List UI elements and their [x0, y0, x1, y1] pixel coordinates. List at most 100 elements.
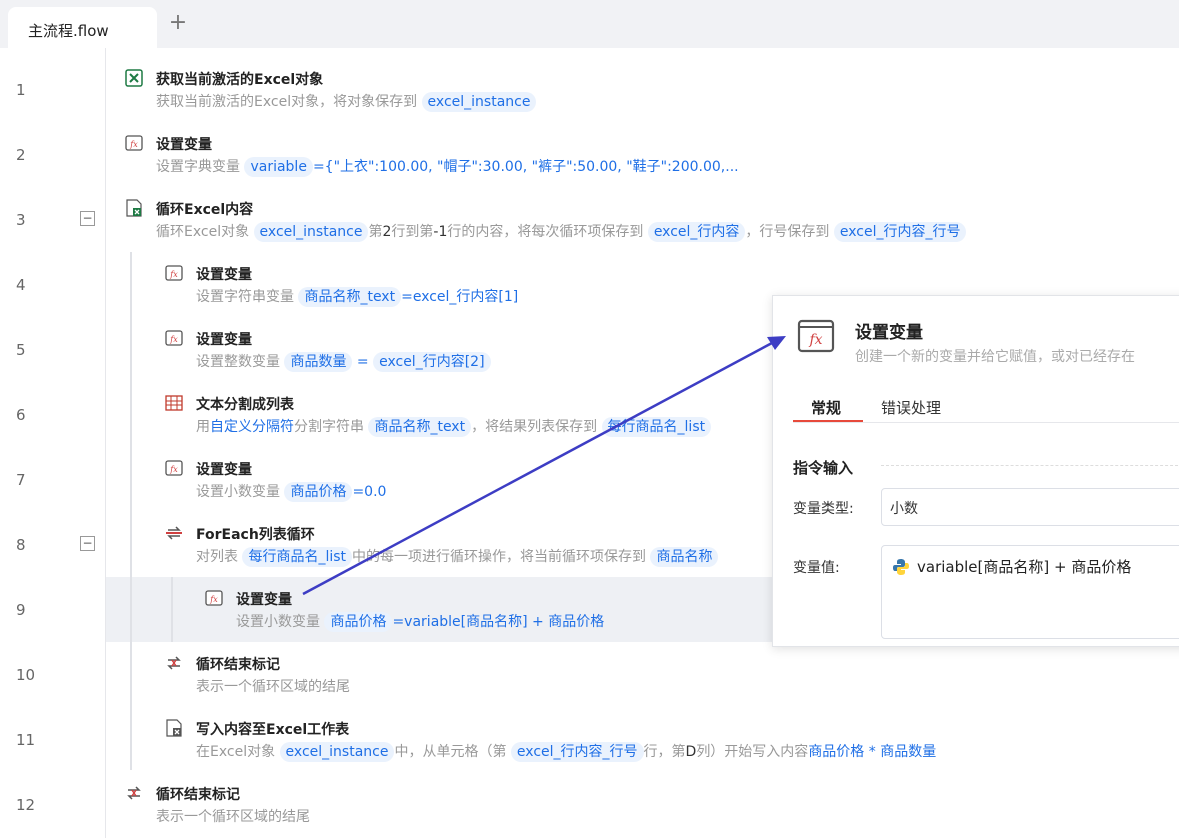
- step-title: 设置变量: [196, 332, 252, 348]
- var-value: =0.0: [352, 484, 387, 500]
- svg-text:fx: fx: [169, 465, 178, 474]
- var-chip[interactable]: excel_instance: [279, 742, 395, 762]
- line-number: 4: [16, 276, 26, 294]
- var-chip[interactable]: variable: [244, 157, 313, 177]
- variable-value-editor[interactable]: variable[商品名称] + 商品价格: [881, 545, 1179, 639]
- line-number: 9: [16, 601, 26, 619]
- panel-description: 创建一个新的变量并给它赋值，或对已经存在: [855, 349, 1135, 365]
- var-chip[interactable]: 商品名称_text: [298, 287, 402, 307]
- line-number: 8: [16, 536, 26, 554]
- step-title: 设置变量: [196, 267, 252, 283]
- fx-icon: fx: [165, 460, 183, 476]
- variable-type-label: 变量类型:: [793, 501, 854, 517]
- step-desc: 在Excel对象 excel_instance 中，从单元格（第 excel_行内…: [196, 742, 937, 762]
- section-divider: [881, 465, 1179, 466]
- loop-end-icon: [167, 656, 181, 670]
- step-desc: 设置字典变量 variable ={"上衣":100.00, "帽子":30.00…: [156, 157, 739, 177]
- var-value: =variable[商品名称] + 商品价格: [392, 614, 605, 630]
- step-title: 获取当前激活的Excel对象: [156, 72, 324, 88]
- step-title: 写入内容至Excel工作表: [196, 722, 350, 738]
- step-title: 设置变量: [196, 462, 252, 478]
- collapse-foreach-button[interactable]: −: [80, 536, 95, 551]
- step-title: ForEach列表循环: [196, 527, 315, 543]
- line-gutter: [0, 48, 106, 838]
- fx-icon: fx: [205, 590, 223, 606]
- var-chip[interactable]: excel_行内容_行号: [510, 742, 644, 762]
- line-number: 2: [16, 146, 26, 164]
- line-number: 3: [16, 211, 26, 229]
- line-number: 12: [16, 796, 36, 814]
- panel-title: 设置变量: [855, 323, 923, 343]
- step-desc: 设置小数变量 商品价格 =0.0: [196, 482, 387, 502]
- step-desc: 设置小数变量 商品价格 =variable[商品名称] + 商品价格: [236, 612, 605, 632]
- write-excel-icon: [166, 719, 182, 737]
- add-tab-icon[interactable]: +: [165, 10, 191, 36]
- active-tab-indicator: [793, 420, 863, 422]
- svg-text:fx: fx: [129, 140, 138, 149]
- line-number: 1: [16, 81, 26, 99]
- step-desc: 用自定义分隔符分割字符串 商品名称_text ，将结果列表保存到 每行商品名_li…: [196, 416, 712, 437]
- section-title-input: 指令输入: [793, 459, 854, 477]
- step-title: 设置变量: [156, 137, 212, 153]
- step-desc: 设置整数变量 商品数量 = excel_行内容[2]: [196, 351, 491, 372]
- foreach-icon: [166, 526, 182, 540]
- variable-type-select[interactable]: 小数: [881, 488, 1179, 526]
- variable-value-expression: variable[商品名称] + 商品价格: [917, 558, 1132, 576]
- step-title: 循环结束标记: [156, 787, 240, 803]
- write-value: 商品价格 * 商品数量: [808, 744, 937, 760]
- var-chip[interactable]: 商品名称_text: [368, 417, 472, 437]
- step-title: 设置变量: [236, 592, 292, 608]
- svg-text:fx: fx: [169, 335, 178, 344]
- fx-icon: fx: [797, 319, 835, 353]
- tab-bar: 主流程.flow +: [0, 0, 1179, 48]
- svg-text:fx: fx: [808, 332, 822, 348]
- tab-error-handling[interactable]: 错误处理: [881, 397, 941, 418]
- split-text-icon: [165, 395, 183, 411]
- step-desc: 表示一个循环区域的结尾: [196, 679, 350, 695]
- line-number: 6: [16, 406, 26, 424]
- var-chip[interactable]: 商品数量: [284, 352, 353, 372]
- tab-divider: [793, 422, 1179, 423]
- var-chip[interactable]: 商品价格: [324, 612, 393, 632]
- foreach-nesting-line: [171, 577, 173, 642]
- step-desc: 循环Excel对象 excel_instance 第2行到第-1行的内容，将每次循…: [156, 221, 967, 242]
- var-chip[interactable]: excel_instance: [421, 92, 537, 112]
- step-desc: 表示一个循环区域的结尾: [156, 809, 310, 825]
- step-desc: 设置字符串变量 商品名称_text =excel_行内容[1]: [196, 287, 519, 307]
- var-chip[interactable]: excel_行内容_行号: [833, 222, 967, 242]
- var-chip[interactable]: 商品价格: [284, 482, 353, 502]
- fx-icon: fx: [165, 330, 183, 346]
- var-chip[interactable]: 每行商品名_list: [601, 417, 712, 437]
- variable-value-label: 变量值:: [793, 560, 840, 576]
- step-desc: 获取当前激活的Excel对象，将对象保存到 excel_instance: [156, 91, 537, 112]
- svg-text:fx: fx: [209, 595, 218, 604]
- var-chip[interactable]: 商品名称: [650, 547, 719, 567]
- loop-nesting-line: [130, 252, 132, 770]
- collapse-loop-button[interactable]: −: [80, 211, 95, 226]
- step-title: 循环结束标记: [196, 657, 280, 673]
- line-number: 10: [16, 666, 36, 684]
- var-value: =excel_行内容[1]: [401, 289, 519, 305]
- loop-end-icon: [127, 786, 141, 800]
- tab-main-flow[interactable]: 主流程.flow: [8, 7, 157, 48]
- step-title: 循环Excel内容: [156, 202, 254, 218]
- tab-label: 主流程.flow: [28, 22, 109, 40]
- line-number: 11: [16, 731, 36, 749]
- step-desc: 对列表 每行商品名_list 中的每一项进行循环操作，将当前循环项保存到 商品名称: [196, 546, 719, 567]
- step-properties-panel: fx 设置变量 创建一个新的变量并给它赋值，或对已经存在 常规 错误处理 指令输…: [772, 295, 1179, 647]
- variable-type-value: 小数: [890, 501, 918, 517]
- var-chip[interactable]: excel_行内容[2]: [373, 352, 491, 372]
- separator-link[interactable]: 自定义分隔符: [210, 419, 294, 435]
- excel-icon: [125, 69, 143, 87]
- loop-excel-icon: [126, 199, 142, 217]
- fx-icon: fx: [165, 265, 183, 281]
- fx-icon: fx: [125, 135, 143, 151]
- python-icon: [893, 559, 909, 575]
- var-chip[interactable]: excel_instance: [253, 222, 369, 242]
- svg-text:fx: fx: [169, 270, 178, 279]
- var-chip[interactable]: excel_行内容: [647, 222, 746, 242]
- tab-general[interactable]: 常规: [811, 397, 841, 418]
- line-number: 7: [16, 471, 26, 489]
- line-number: 5: [16, 341, 26, 359]
- var-chip[interactable]: 每行商品名_list: [242, 547, 353, 567]
